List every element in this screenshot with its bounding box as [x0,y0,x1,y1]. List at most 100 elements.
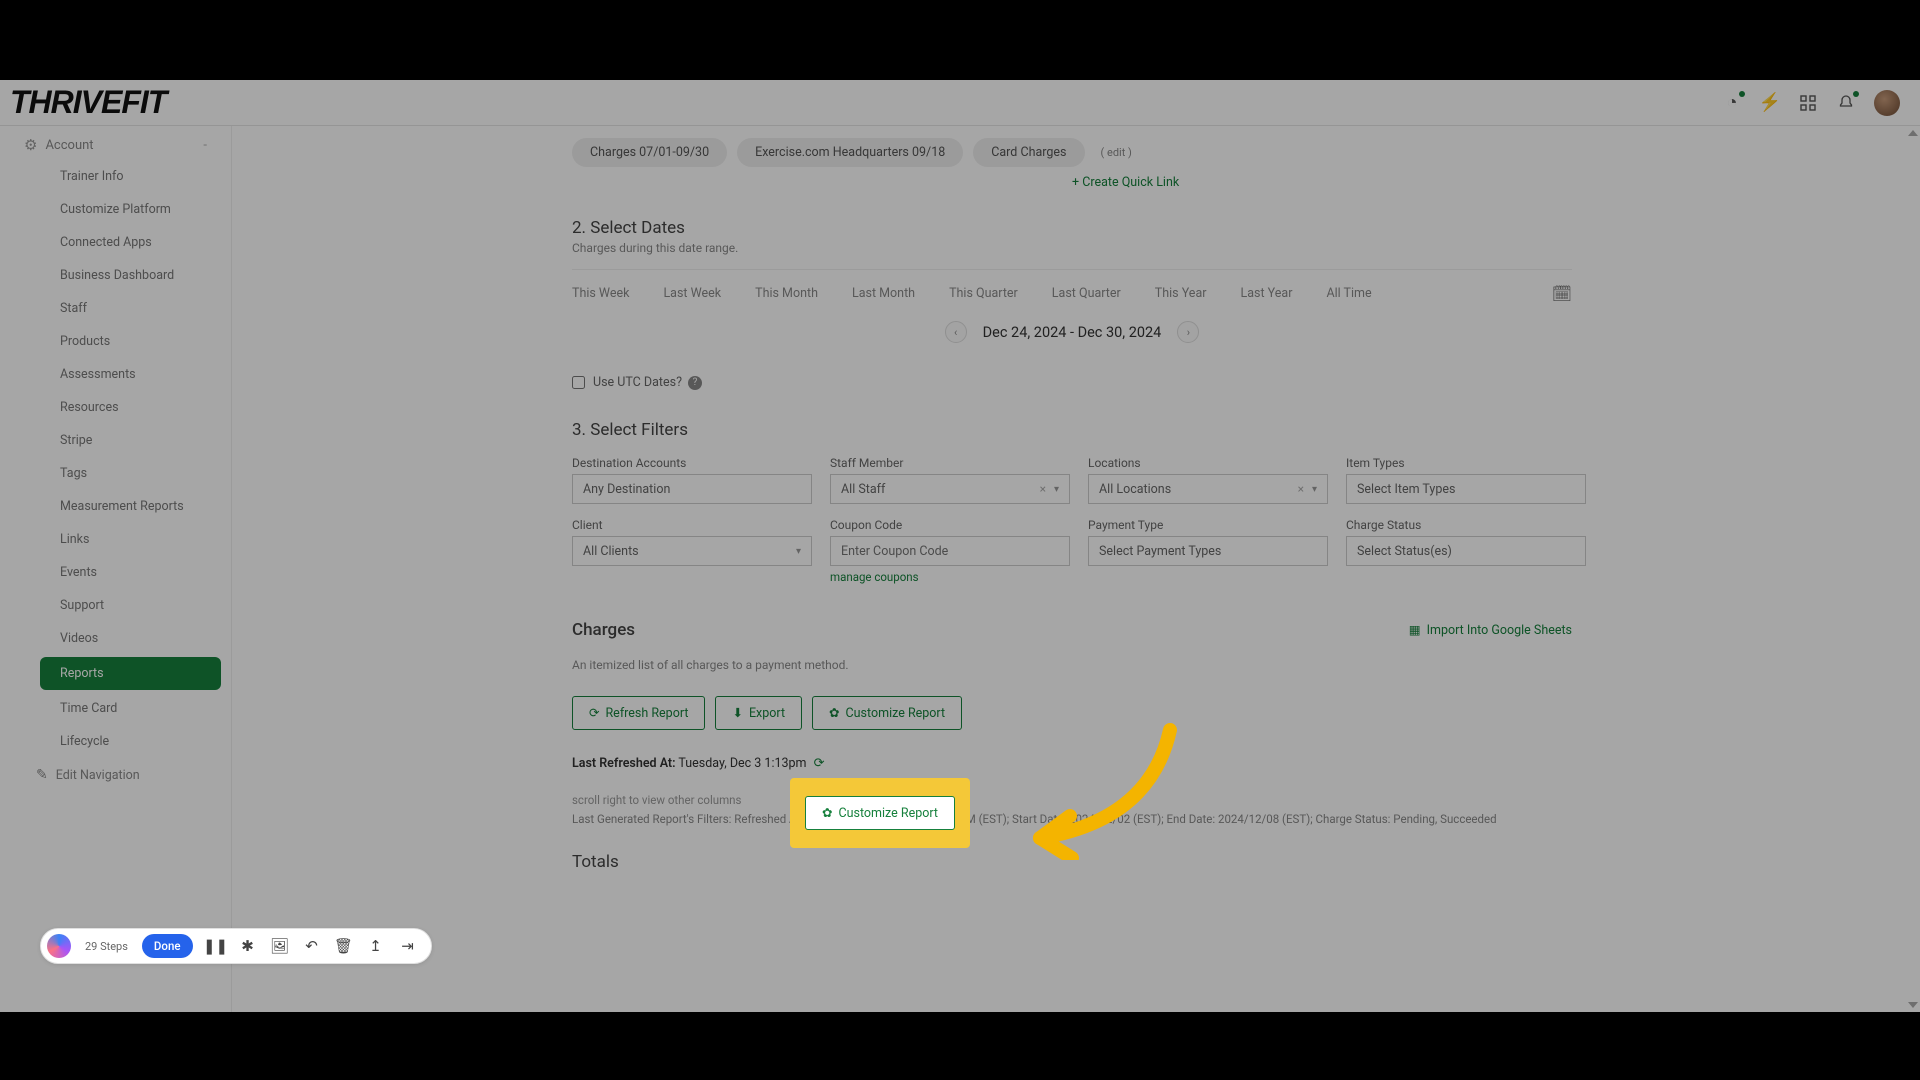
blur-icon[interactable]: ✱ [239,937,257,955]
payment-type-input[interactable]: Select Payment Types [1088,536,1328,566]
preset-last-quarter[interactable]: Last Quarter [1052,286,1121,301]
collapse-icon: - [203,138,207,153]
recorder-toolbar: 29 Steps Done ❚❚ ✱ 🖼 ↶ 🗑 ↥ ⇥ [40,928,432,964]
locations-label: Locations [1088,456,1328,470]
preset-this-month[interactable]: This Month [755,286,818,301]
scroll-down-icon[interactable] [1908,1002,1918,1008]
pause-icon[interactable]: ❚❚ [207,937,225,955]
manage-coupons-link[interactable]: manage coupons [830,570,1070,584]
sidebar-section-account[interactable]: ⚙ Account - [0,126,231,160]
preset-last-month[interactable]: Last Month [852,286,915,301]
customize-report-button[interactable]: ✿Customize Report [812,696,962,730]
client-label: Client [572,518,812,532]
sidebar-item-connected-apps[interactable]: Connected Apps [0,226,231,259]
spreadsheet-icon: ▦ [1409,622,1421,638]
sidebar-item-measurement-reports[interactable]: Measurement Reports [0,490,231,523]
quick-link-pill[interactable]: Charges 07/01-09/30 [572,138,727,167]
grid-icon[interactable] [1798,93,1818,113]
staff-select[interactable]: All Staff×▾ [830,474,1070,504]
upload-icon[interactable]: ↥ [367,937,385,955]
import-google-sheets-link[interactable]: ▦ Import Into Google Sheets [1409,622,1572,638]
scroll-up-icon[interactable] [1908,130,1918,136]
chevron-down-icon: ▾ [796,546,801,557]
sidebar-item-business-dashboard[interactable]: Business Dashboard [0,259,231,292]
refresh-report-button[interactable]: ⟳Refresh Report [572,696,705,730]
customize-report-button-highlighted[interactable]: ✿ Customize Report [805,796,955,830]
sidebar-item-time-card[interactable]: Time Card [0,692,231,725]
end-icon[interactable]: ⇥ [399,937,417,955]
preset-all-time[interactable]: All Time [1326,286,1371,301]
quick-link-edit[interactable]: ( edit ) [1101,146,1132,159]
help-icon[interactable]: ? [688,376,702,390]
utc-checkbox[interactable] [572,376,585,389]
bolt-icon[interactable]: ⚡ [1760,93,1780,113]
select-dates-subtitle: Charges during this date range. [572,241,1572,255]
quick-links-row: Charges 07/01-09/30 Exercise.com Headqua… [572,126,1572,167]
recorder-logo-icon[interactable] [47,934,71,958]
client-select[interactable]: All Clients▾ [572,536,812,566]
last-refreshed-label: Last Refreshed At: [572,756,676,771]
date-prev-button[interactable]: ‹ [945,321,967,343]
charges-title: Charges [572,620,635,640]
sidebar-item-videos[interactable]: Videos [0,622,231,655]
sidebar-item-assessments[interactable]: Assessments [0,358,231,391]
undo-icon[interactable]: ↶ [303,937,321,955]
sidebar-item-products[interactable]: Products [0,325,231,358]
export-button[interactable]: ⬇Export [715,696,802,730]
select-filters-title: 3. Select Filters [572,420,1572,440]
preset-last-year[interactable]: Last Year [1240,286,1292,301]
date-presets: This Week Last Week This Month Last Mont… [572,270,1572,303]
trash-icon[interactable]: 🗑 [335,937,353,955]
edit-navigation-label: Edit Navigation [56,768,140,783]
preset-this-year[interactable]: This Year [1155,286,1207,301]
image-icon[interactable]: 🖼 [271,937,289,955]
sidebar-item-reports[interactable]: Reports [40,657,221,690]
last-refreshed-value: Tuesday, Dec 3 1:13pm [676,756,810,771]
sidebar-item-customize-platform[interactable]: Customize Platform [0,193,231,226]
sidebar-item-resources[interactable]: Resources [0,391,231,424]
gear-icon: ⚙ [24,136,37,154]
sidebar-item-events[interactable]: Events [0,556,231,589]
quick-link-pill[interactable]: Card Charges [973,138,1084,167]
preset-last-week[interactable]: Last Week [663,286,721,301]
timer-icon[interactable]: ◔ [1722,93,1742,113]
item-types-input[interactable]: Select Item Types [1346,474,1586,504]
bell-icon[interactable] [1836,93,1856,113]
sidebar-item-trainer-info[interactable]: Trainer Info [0,160,231,193]
payment-type-label: Payment Type [1088,518,1328,532]
gear-icon: ✿ [822,805,832,821]
date-next-button[interactable]: › [1177,321,1199,343]
recorder-done-button[interactable]: Done [142,934,193,958]
charges-heading-row: Charges ▦ Import Into Google Sheets [572,620,1572,640]
select-dates-title: 2. Select Dates [572,218,1572,238]
date-range-text[interactable]: Dec 24, 2024 - Dec 30, 2024 [971,324,1174,341]
create-quick-link[interactable]: + Create Quick Link [1072,175,1572,190]
charge-status-input[interactable]: Select Status(es) [1346,536,1586,566]
sidebar-item-lifecycle[interactable]: Lifecycle [0,725,231,758]
coupon-label: Coupon Code [830,518,1070,532]
edit-navigation-link[interactable]: ✎ Edit Navigation [0,758,231,792]
avatar[interactable] [1874,90,1900,116]
annotation-highlight: ✿ Customize Report [790,778,970,848]
annotation-arrow [1000,720,1190,860]
clear-icon[interactable]: × [1298,482,1304,496]
quick-link-pill[interactable]: Exercise.com Headquarters 09/18 [737,138,963,167]
coupon-input[interactable] [830,536,1070,566]
sync-icon[interactable]: ⟳ [814,756,825,771]
locations-select[interactable]: All Locations×▾ [1088,474,1328,504]
preset-this-quarter[interactable]: This Quarter [949,286,1018,301]
header-icons: ◔ ⚡ [1722,90,1900,116]
destination-label: Destination Accounts [572,456,812,470]
sidebar-item-stripe[interactable]: Stripe [0,424,231,457]
gear-icon: ✿ [829,705,839,721]
sidebar-item-staff[interactable]: Staff [0,292,231,325]
sidebar-item-links[interactable]: Links [0,523,231,556]
destination-input[interactable]: Any Destination [572,474,812,504]
clear-icon[interactable]: × [1040,482,1046,496]
sidebar-item-tags[interactable]: Tags [0,457,231,490]
preset-this-week[interactable]: This Week [572,286,629,301]
calendar-icon[interactable]: 🗓 [1552,284,1572,303]
charge-status-label: Charge Status [1346,518,1586,532]
chevron-down-icon: ▾ [1054,484,1059,495]
sidebar-item-support[interactable]: Support [0,589,231,622]
